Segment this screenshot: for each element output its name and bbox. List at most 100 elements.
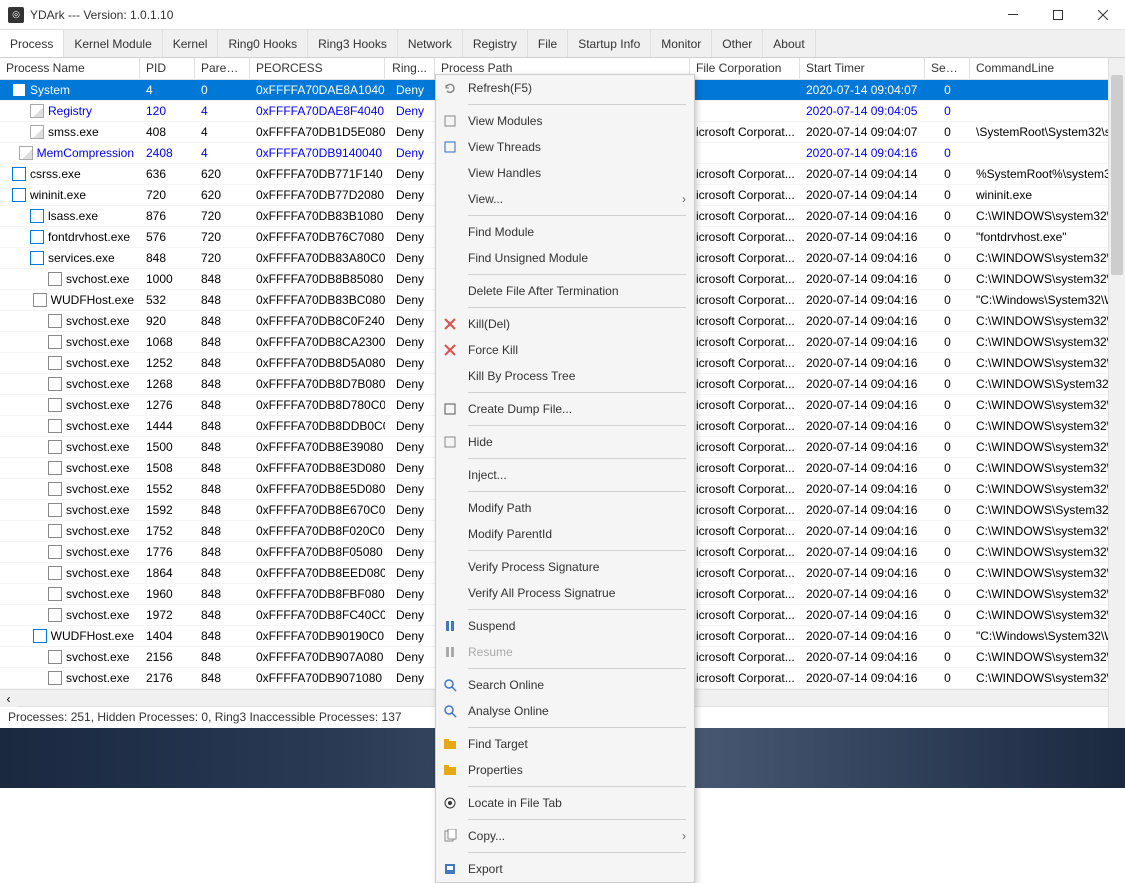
menu-item-properties[interactable]: Properties <box>436 757 694 783</box>
maximize-button[interactable] <box>1035 0 1080 30</box>
process-icon <box>48 440 62 454</box>
menu-item-analyse-online[interactable]: Analyse Online <box>436 698 694 724</box>
blank-icon <box>440 524 460 544</box>
cell-ppid: 4 <box>195 101 250 121</box>
cell-peo: 0xFFFFA70DB8D7B080 <box>250 374 385 394</box>
menu-item-view[interactable]: View...› <box>436 186 694 212</box>
tab-monitor[interactable]: Monitor <box>651 30 712 57</box>
menu-item-verify-all-process-signatrue[interactable]: Verify All Process Signatrue <box>436 580 694 606</box>
menu-item-copy[interactable]: Copy...› <box>436 823 694 849</box>
menu-item-refresh-f5[interactable]: Refresh(F5) <box>436 75 694 101</box>
cell-sess: 0 <box>925 143 970 163</box>
cell-name: wininit.exe <box>0 185 140 205</box>
cell-peo: 0xFFFFA70DB9071080 <box>250 668 385 688</box>
cell-ppid: 848 <box>195 395 250 415</box>
cell-ring: Deny <box>385 248 435 268</box>
cell-ppid: 0 <box>195 80 250 100</box>
cell-name: svchost.exe <box>0 332 140 352</box>
cell-start: 2020-07-14 09:04:14 <box>800 185 925 205</box>
menu-item-create-dump-file[interactable]: Create Dump File... <box>436 396 694 422</box>
process-icon <box>48 482 62 496</box>
menu-item-modify-parentid[interactable]: Modify ParentId <box>436 521 694 547</box>
scroll-left-button[interactable]: ‹ <box>0 690 17 707</box>
cell-pid: 1500 <box>140 437 195 457</box>
tab-process[interactable]: Process <box>0 30 64 57</box>
cell-cmd: C:\WINDOWS\system32\lsas <box>970 206 1110 226</box>
tab-ring0-hooks[interactable]: Ring0 Hooks <box>218 30 308 57</box>
column-header[interactable]: PEORCESS <box>250 58 385 79</box>
menu-item-locate-in-file-tab[interactable]: Locate in File Tab <box>436 790 694 816</box>
cell-pid: 1252 <box>140 353 195 373</box>
cell-corp <box>690 80 800 100</box>
column-header[interactable]: Sesst... <box>925 58 970 79</box>
cell-start: 2020-07-14 09:04:16 <box>800 353 925 373</box>
cell-pid: 2176 <box>140 668 195 688</box>
blank-icon <box>440 557 460 577</box>
cell-pid: 1960 <box>140 584 195 604</box>
tab-other[interactable]: Other <box>712 30 763 57</box>
menu-item-kill-del[interactable]: Kill(Del) <box>436 311 694 337</box>
cell-sess: 0 <box>925 164 970 184</box>
cell-corp: icrosoft Corporat... <box>690 164 800 184</box>
cell-cmd: %SystemRoot%\system32\c <box>970 164 1110 184</box>
cell-ring: Deny <box>385 479 435 499</box>
menu-item-force-kill[interactable]: Force Kill <box>436 337 694 363</box>
menu-item-view-handles[interactable]: View Handles <box>436 160 694 186</box>
column-header[interactable]: Process Name <box>0 58 140 79</box>
close-button[interactable] <box>1080 0 1125 30</box>
tab-startup-info[interactable]: Startup Info <box>568 30 651 57</box>
minimize-button[interactable] <box>990 0 1035 30</box>
menu-item-delete-file-after-termination[interactable]: Delete File After Termination <box>436 278 694 304</box>
tab-kernel[interactable]: Kernel <box>163 30 219 57</box>
submenu-arrow-icon: › <box>682 829 686 843</box>
column-header[interactable]: Start Timer <box>800 58 925 79</box>
tab-file[interactable]: File <box>528 30 568 57</box>
column-header[interactable]: Ring... <box>385 58 435 79</box>
cell-corp: icrosoft Corporat... <box>690 248 800 268</box>
scroll-thumb[interactable] <box>1111 75 1123 275</box>
column-header[interactable]: CommandLine <box>970 58 1110 79</box>
column-header[interactable]: Paren... <box>195 58 250 79</box>
cell-ppid: 848 <box>195 500 250 520</box>
menu-item-verify-process-signature[interactable]: Verify Process Signature <box>436 554 694 580</box>
cell-corp: icrosoft Corporat... <box>690 500 800 520</box>
cell-cmd <box>970 101 1110 121</box>
cell-sess: 0 <box>925 374 970 394</box>
menu-item-inject[interactable]: Inject... <box>436 462 694 488</box>
menu-item-find-module[interactable]: Find Module <box>436 219 694 245</box>
menu-item-view-threads[interactable]: View Threads <box>436 134 694 160</box>
resume-icon <box>440 642 460 662</box>
cell-ring: Deny <box>385 416 435 436</box>
column-header[interactable]: PID <box>140 58 195 79</box>
cell-ppid: 620 <box>195 164 250 184</box>
tab-registry[interactable]: Registry <box>463 30 528 57</box>
cell-corp <box>690 101 800 121</box>
column-header[interactable]: File Corporation <box>690 58 800 79</box>
menu-item-export[interactable]: Export <box>436 856 694 882</box>
menu-item-hide[interactable]: Hide <box>436 429 694 455</box>
menu-item-suspend[interactable]: Suspend <box>436 613 694 639</box>
cell-ppid: 4 <box>195 143 250 163</box>
cell-cmd: C:\WINDOWS\system32\svc <box>970 353 1110 373</box>
menu-item-view-modules[interactable]: View Modules <box>436 108 694 134</box>
cell-ppid: 848 <box>195 269 250 289</box>
cell-cmd: \SystemRoot\System32\sms <box>970 122 1110 142</box>
menu-item-label: Force Kill <box>468 343 518 357</box>
vertical-scrollbar[interactable] <box>1108 58 1125 728</box>
tab-about[interactable]: About <box>763 30 815 57</box>
tab-network[interactable]: Network <box>398 30 463 57</box>
cell-name: svchost.exe <box>0 374 140 394</box>
cell-name: System <box>0 80 140 100</box>
cell-cmd: C:\WINDOWS\system32\svc <box>970 332 1110 352</box>
menu-item-search-online[interactable]: Search Online <box>436 672 694 698</box>
menu-item-modify-path[interactable]: Modify Path <box>436 495 694 521</box>
cell-corp: icrosoft Corporat... <box>690 353 800 373</box>
menu-item-find-target[interactable]: Find Target <box>436 731 694 757</box>
menu-item-find-unsigned-module[interactable]: Find Unsigned Module <box>436 245 694 271</box>
cell-cmd: C:\WINDOWS\System32\svc <box>970 500 1110 520</box>
tab-kernel-module[interactable]: Kernel Module <box>64 30 162 57</box>
process-icon <box>30 104 44 118</box>
process-icon <box>48 335 62 349</box>
tab-ring3-hooks[interactable]: Ring3 Hooks <box>308 30 398 57</box>
menu-item-kill-by-process-tree[interactable]: Kill By Process Tree <box>436 363 694 389</box>
